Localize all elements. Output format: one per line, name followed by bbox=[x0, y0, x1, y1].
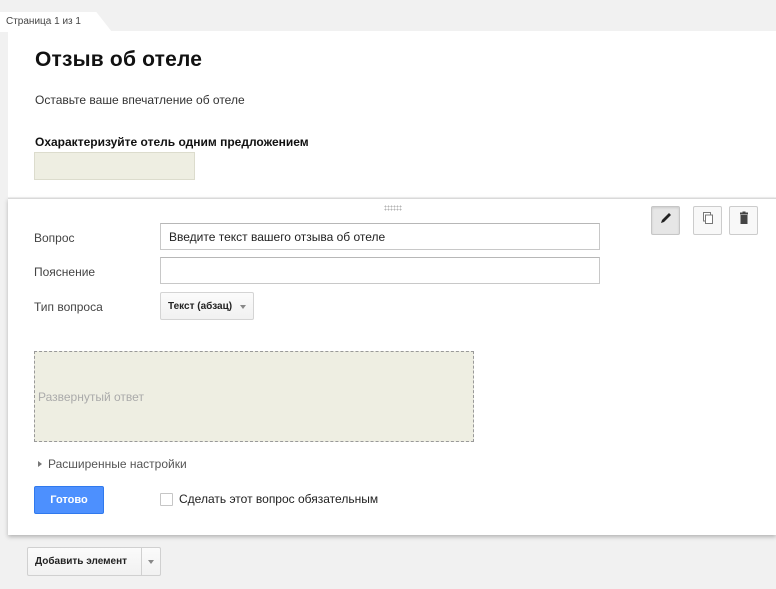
chevron-down-icon bbox=[148, 560, 154, 564]
advanced-settings-toggle[interactable]: Расширенные настройки bbox=[38, 457, 187, 471]
trash-icon bbox=[737, 211, 751, 230]
question-input[interactable] bbox=[160, 223, 600, 250]
preview-label: Развернутый ответ bbox=[38, 390, 144, 404]
add-item-dropdown[interactable] bbox=[142, 548, 160, 575]
pencil-icon bbox=[659, 211, 673, 230]
delete-button[interactable] bbox=[729, 206, 758, 235]
add-item-label: Добавить элемент bbox=[28, 548, 142, 575]
short-answer-field bbox=[34, 152, 195, 180]
form-description[interactable]: Оставьте ваше впечатление об отеле bbox=[35, 93, 245, 107]
question-type-value: Текст (абзац) bbox=[168, 301, 233, 312]
duplicate-button[interactable] bbox=[693, 206, 722, 235]
copy-icon bbox=[701, 211, 715, 230]
triangle-right-icon bbox=[38, 461, 42, 467]
form-header-card: Отзыв об отеле Оставьте ваше впечатление… bbox=[8, 31, 776, 197]
edit-button[interactable] bbox=[651, 206, 680, 235]
page-tab-label: Страница 1 из 1 bbox=[6, 16, 81, 27]
done-button[interactable]: Готово bbox=[34, 486, 104, 514]
question-title[interactable]: Охарактеризуйте отель одним предложением bbox=[35, 135, 309, 149]
page-tab: Страница 1 из 1 bbox=[0, 12, 112, 32]
question-editor-card: Вопрос Пояснение Тип вопроса Текст (абза… bbox=[8, 198, 776, 535]
add-item-button[interactable]: Добавить элемент bbox=[27, 547, 161, 576]
advanced-settings-label: Расширенные настройки bbox=[48, 457, 187, 471]
required-label[interactable]: Сделать этот вопрос обязательным bbox=[179, 492, 378, 506]
question-label: Вопрос bbox=[34, 231, 75, 245]
hint-input[interactable] bbox=[160, 257, 600, 284]
drag-handle[interactable] bbox=[384, 205, 402, 211]
form-title[interactable]: Отзыв об отеле bbox=[35, 48, 202, 72]
question-type-label: Тип вопроса bbox=[34, 300, 103, 314]
chevron-down-icon bbox=[240, 305, 246, 309]
paragraph-answer-preview: Развернутый ответ bbox=[34, 351, 474, 442]
hint-label: Пояснение bbox=[34, 265, 96, 279]
required-checkbox[interactable] bbox=[160, 493, 173, 506]
question-type-select[interactable]: Текст (абзац) bbox=[160, 292, 254, 320]
